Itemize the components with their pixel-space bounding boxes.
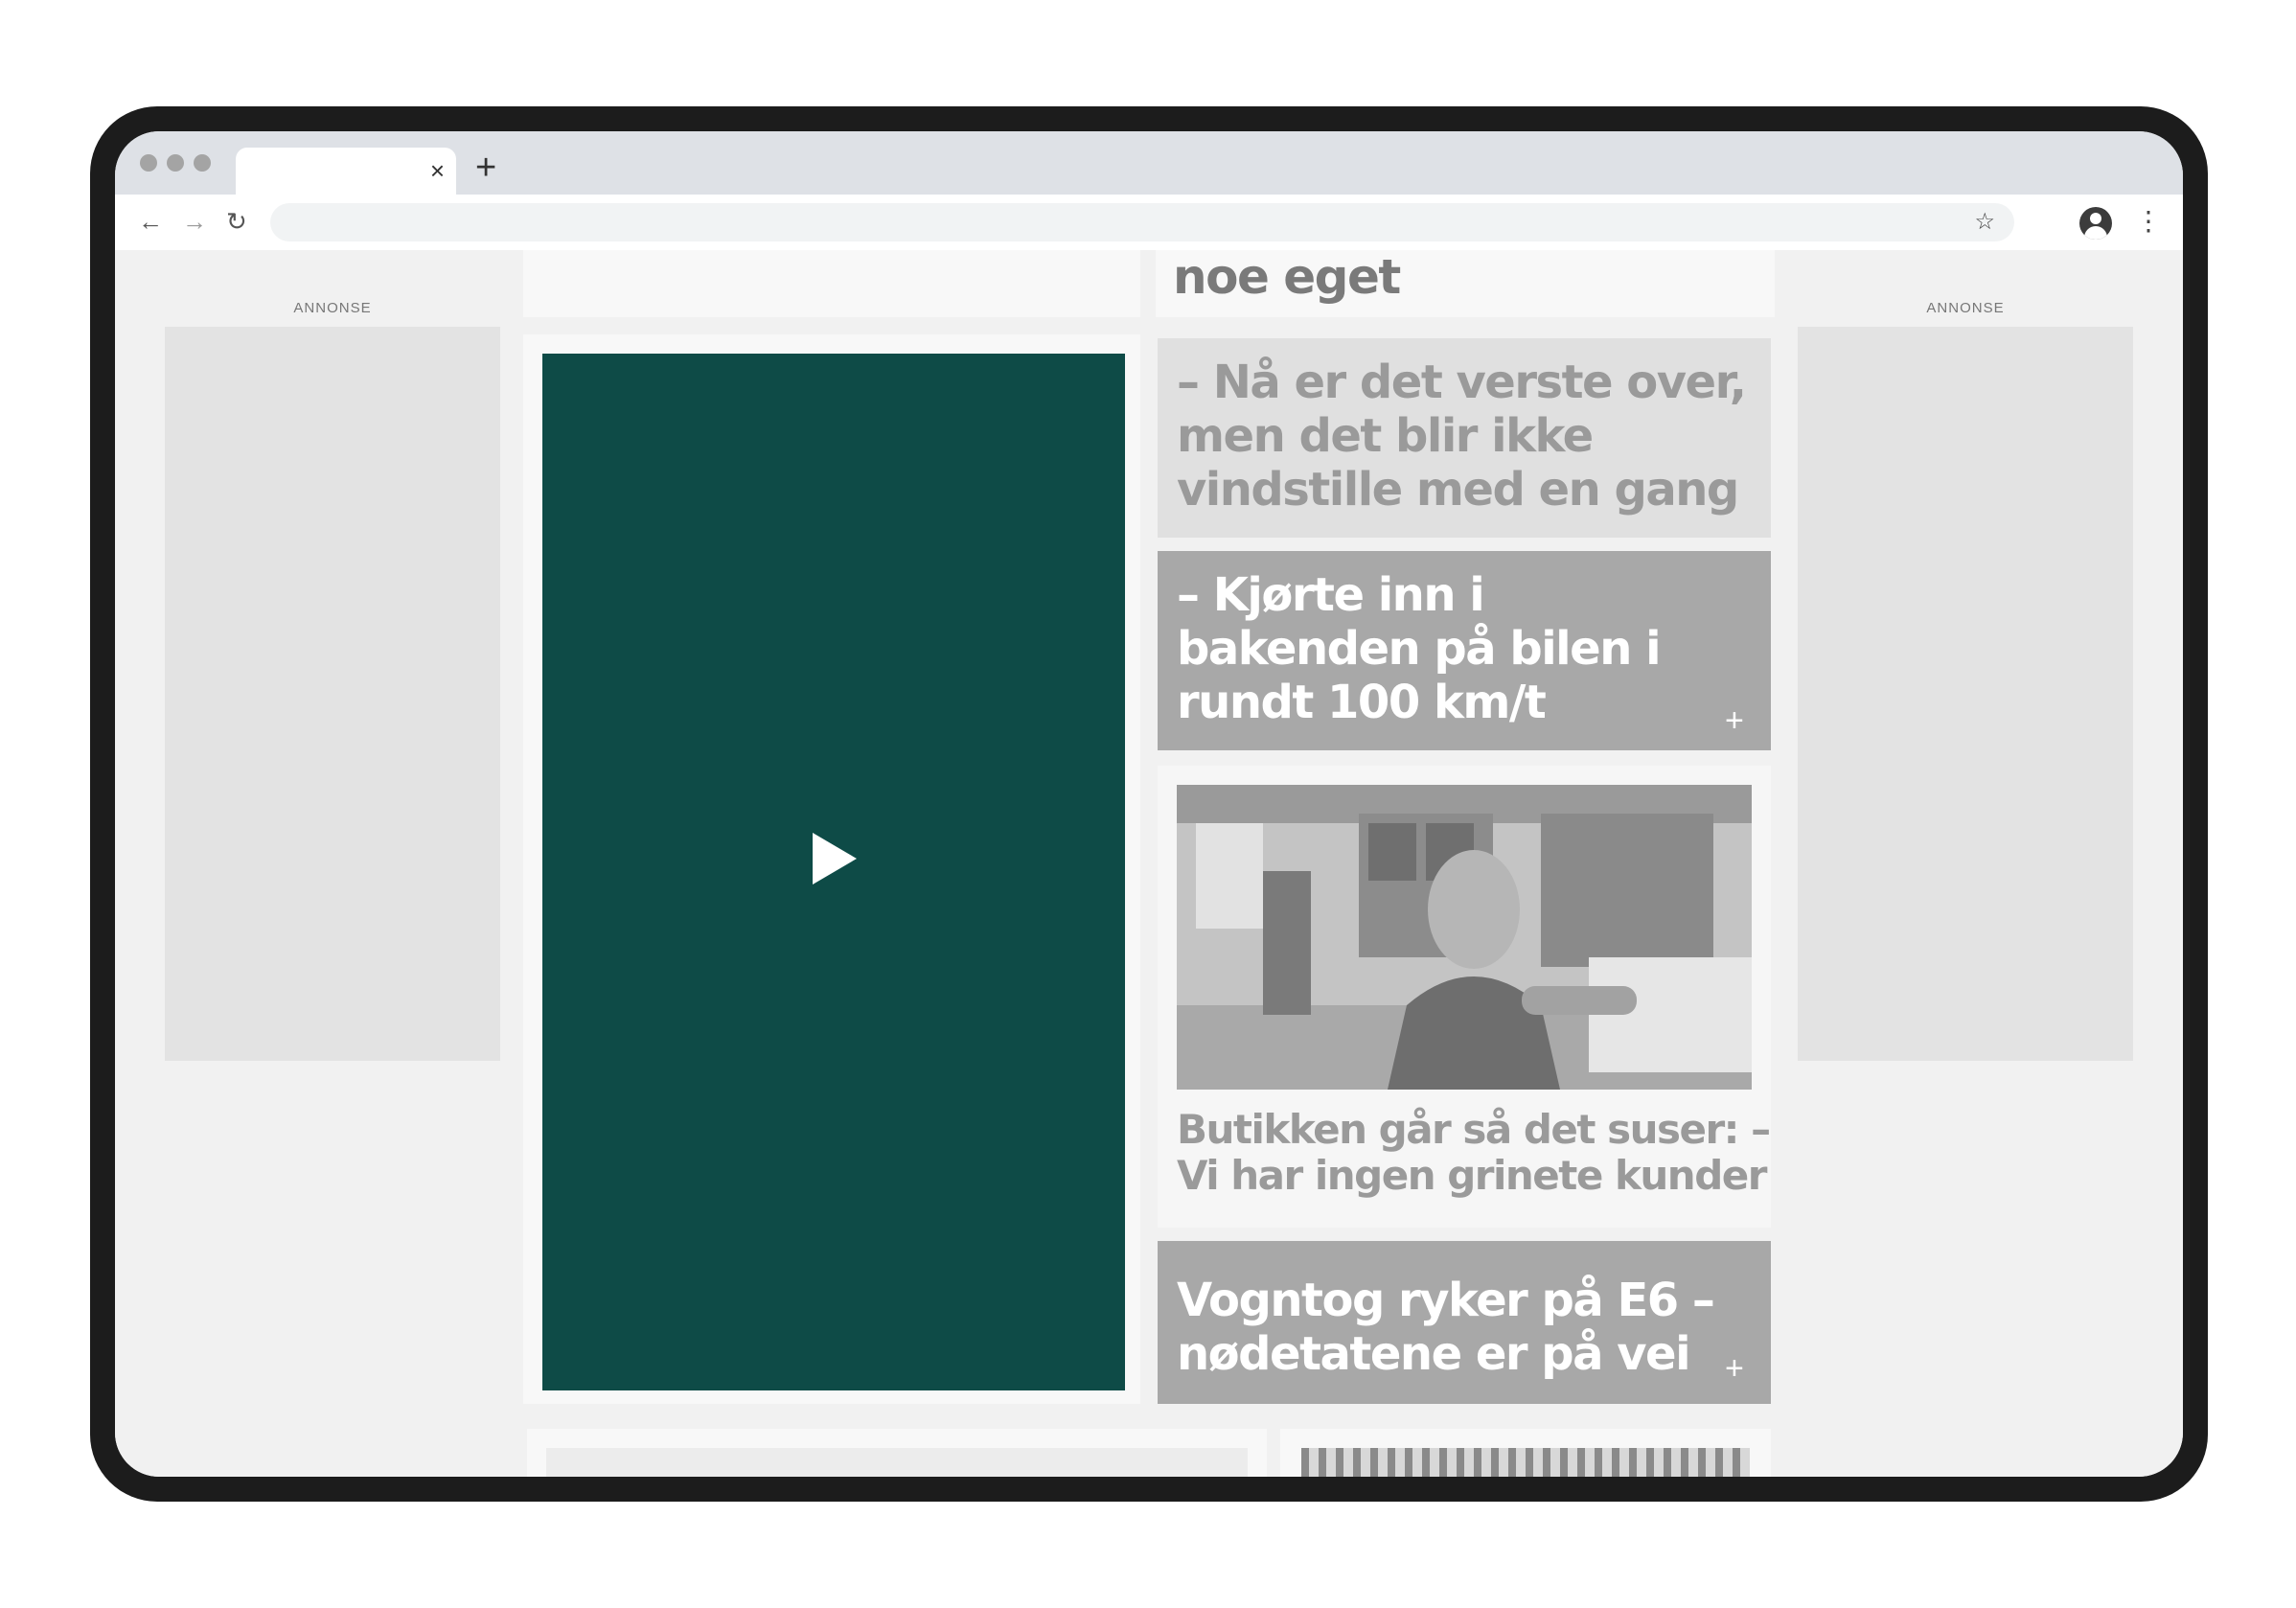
ad-slot-left[interactable] [165,327,500,1061]
close-icon[interactable]: × [430,155,445,186]
star-icon[interactable]: ☆ [1974,207,1995,238]
article-teaser[interactable]: – Kjørte inn i bakenden på bilen i rundt… [1158,551,1771,750]
article-teaser[interactable]: Vogntog ryker på E6 – nødetatene er på v… [1158,1241,1771,1404]
article-headline: – Nå er det verste over, men det blir ik… [1177,356,1747,517]
device-frame: × + ← → ↻ ☆ ⋮ ANNONSE ANNONSE noe eget –… [90,106,2208,1502]
plus-icon[interactable]: + [1725,704,1744,737]
window-dot-maximize[interactable] [194,154,211,172]
article-card-bottom-left[interactable] [527,1429,1267,1477]
video-player[interactable] [542,354,1125,1390]
article-teaser[interactable]: – Nå er det verste over, men det blir ik… [1158,338,1771,538]
article-card-bottom-right[interactable] [1280,1429,1771,1477]
back-icon[interactable]: ← [138,204,163,239]
play-icon[interactable] [813,833,857,884]
article-image [1301,1448,1750,1477]
plus-icon[interactable]: + [1725,1352,1744,1385]
ad-label-right: ANNONSE [1926,300,2005,316]
reload-icon[interactable]: ↻ [226,204,247,239]
article-image [1177,785,1752,1090]
account-head [2090,213,2101,224]
forward-icon[interactable]: → [182,204,207,239]
article-headline: noe eget [1173,249,1401,305]
account-icon[interactable] [2079,207,2112,240]
ad-label-left: ANNONSE [293,300,372,316]
article-card-top-right[interactable]: noe eget [1156,250,1775,317]
more-icon[interactable]: ⋮ [2135,202,2162,241]
article-headline: Vogntog ryker på E6 – nødetatene er på v… [1177,1274,1715,1381]
browser-toolbar: ← → ↻ ☆ ⋮ [115,195,2183,250]
article-image [546,1448,1248,1477]
browser-window: × + ← → ↻ ☆ ⋮ ANNONSE ANNONSE noe eget –… [115,131,2183,1477]
account-shoulders [2084,226,2107,240]
new-tab-button[interactable]: + [475,147,496,189]
article-card-top-left[interactable] [523,250,1140,317]
article-teaser[interactable]: Butikken går så det suser: – Vi har inge… [1158,766,1771,1228]
page-content: ANNONSE ANNONSE noe eget – Nå er det ver… [115,250,2183,1477]
joker-store-owner-photo [1177,785,1752,1090]
address-bar[interactable]: ☆ [270,203,2014,241]
article-headline: – Kjørte inn i bakenden på bilen i rundt… [1177,568,1662,729]
ad-slot-right[interactable] [1798,327,2133,1061]
article-headline: Butikken går så det suser: – Vi har inge… [1177,1106,1771,1199]
window-dot-minimize[interactable] [167,154,184,172]
tab-bar: × + [115,131,2183,195]
browser-tab[interactable]: × [236,148,456,195]
window-dot-close[interactable] [140,154,157,172]
